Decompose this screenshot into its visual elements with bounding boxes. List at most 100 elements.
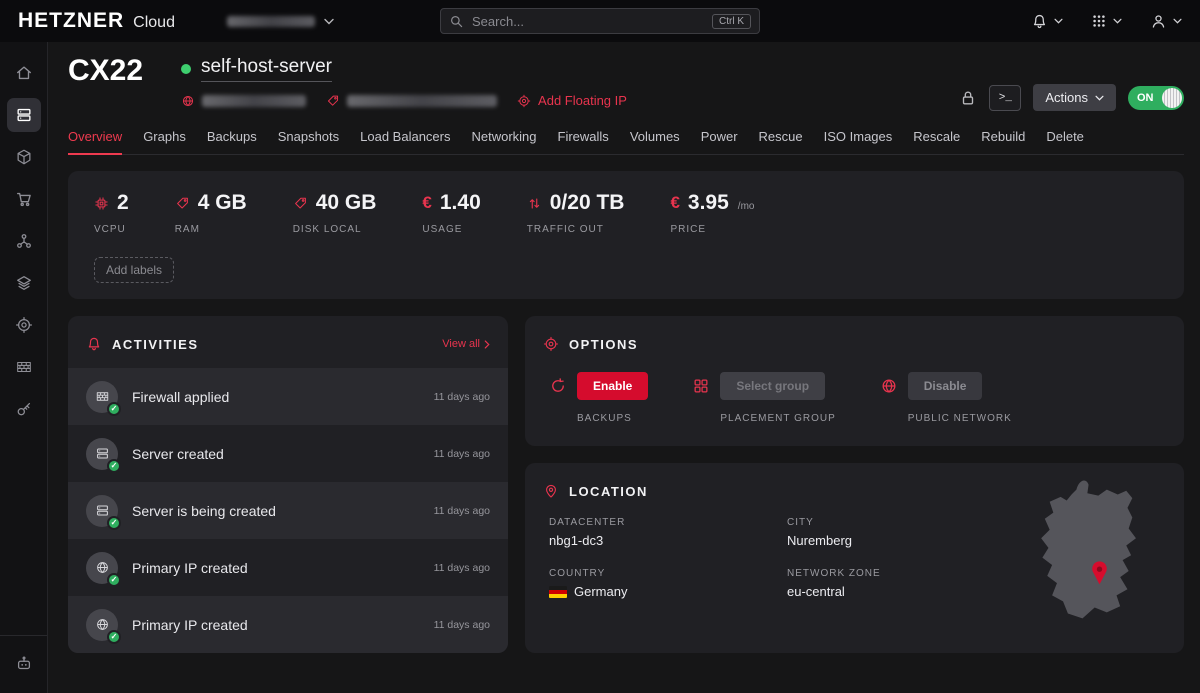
server-name-block: self-host-server Add Floating IP xyxy=(181,56,627,108)
power-toggle[interactable]: ON xyxy=(1128,86,1184,110)
tab-load-balancers[interactable]: Load Balancers xyxy=(360,129,450,144)
activity-time: 11 days ago xyxy=(434,562,490,574)
sidebar-item-volumes[interactable] xyxy=(7,140,41,174)
target-icon xyxy=(543,336,559,352)
actions-button[interactable]: Actions xyxy=(1033,84,1116,111)
option-label: PLACEMENT GROUP xyxy=(720,413,835,424)
success-check-icon: ✓ xyxy=(107,630,121,644)
sidebar-item-home[interactable] xyxy=(7,56,41,90)
view-all-link[interactable]: View all xyxy=(442,338,490,350)
sidebar-item-load-balancers[interactable] xyxy=(7,266,41,300)
option-label: BACKUPS xyxy=(577,413,648,424)
tab-networking[interactable]: Networking xyxy=(471,129,536,144)
tab-volumes[interactable]: Volumes xyxy=(630,129,680,144)
user-icon xyxy=(1150,13,1167,30)
activity-time: 11 days ago xyxy=(434,448,490,460)
target-icon xyxy=(517,94,531,108)
server-ip-row: Add Floating IP xyxy=(181,93,627,108)
sidebar-item-servers[interactable] xyxy=(7,98,41,132)
tag-icon xyxy=(326,94,340,108)
tab-power[interactable]: Power xyxy=(701,129,738,144)
cube-icon xyxy=(15,148,33,166)
sidebar-item-firewalls[interactable] xyxy=(7,350,41,384)
apps-menu[interactable] xyxy=(1091,13,1122,29)
add-floating-ip-link[interactable]: Add Floating IP xyxy=(517,93,627,108)
activity-avatar: ✓ xyxy=(86,552,118,584)
activity-row[interactable]: ✓ Firewall applied 11 days ago xyxy=(68,368,508,425)
sidebar-item-security[interactable] xyxy=(7,392,41,426)
tab-snapshots[interactable]: Snapshots xyxy=(278,129,339,144)
activity-row[interactable]: ✓ Server is being created 11 days ago xyxy=(68,482,508,539)
tab-backups[interactable]: Backups xyxy=(207,129,257,144)
tab-overview[interactable]: Overview xyxy=(68,129,122,144)
field-label: NETWORK ZONE xyxy=(787,568,1025,579)
field-value: eu-central xyxy=(787,584,1025,599)
activity-avatar: ✓ xyxy=(86,438,118,470)
network-nodes-icon xyxy=(15,232,33,250)
lock-icon xyxy=(959,89,977,107)
topbar-controls xyxy=(1031,13,1182,30)
tab-firewalls[interactable]: Firewalls xyxy=(558,129,609,144)
success-check-icon: ✓ xyxy=(107,516,121,530)
stat-value: 3.95 xyxy=(688,191,729,215)
country-name: Germany xyxy=(574,584,627,599)
activity-row[interactable]: ✓ Primary IP created 11 days ago xyxy=(68,539,508,596)
server-name[interactable]: self-host-server xyxy=(201,56,332,82)
options-card: OPTIONS Enable BACKUPS Select group xyxy=(525,316,1184,446)
activity-row[interactable]: ✓ Primary IP created 11 days ago xyxy=(68,596,508,653)
search-placeholder: Search... xyxy=(472,14,524,29)
user-menu[interactable] xyxy=(1150,13,1182,30)
tab-rescue[interactable]: Rescue xyxy=(759,129,803,144)
stat-label: PRICE xyxy=(670,224,754,235)
success-check-icon: ✓ xyxy=(107,402,121,416)
stat-label: USAGE xyxy=(422,224,480,235)
add-labels-button[interactable]: Add labels xyxy=(94,257,174,283)
tab-delete[interactable]: Delete xyxy=(1046,129,1084,144)
activity-time: 11 days ago xyxy=(434,619,490,631)
sidebar-item-marketplace[interactable] xyxy=(7,182,41,216)
enable-backups-button[interactable]: Enable xyxy=(577,372,648,400)
lock-button[interactable] xyxy=(959,89,977,107)
tab-iso-images[interactable]: ISO Images xyxy=(824,129,893,144)
field-value: Germany xyxy=(549,584,787,599)
sidebar-item-support[interactable] xyxy=(7,647,41,681)
field-value: nbg1-dc3 xyxy=(549,533,787,548)
activity-time: 11 days ago xyxy=(434,505,490,517)
console-button[interactable]: >_ xyxy=(989,85,1021,111)
search-input[interactable]: Search... Ctrl K xyxy=(440,8,760,34)
bell-icon xyxy=(1031,13,1048,30)
ipv6-address[interactable] xyxy=(326,94,497,108)
sidebar-item-networks[interactable] xyxy=(7,224,41,258)
tab-rebuild[interactable]: Rebuild xyxy=(981,129,1025,144)
project-name-redacted xyxy=(227,16,315,27)
field-label: DATACENTER xyxy=(549,517,787,528)
sidebar-item-floating-ips[interactable] xyxy=(7,308,41,342)
cart-icon xyxy=(15,190,33,208)
success-check-icon: ✓ xyxy=(107,573,121,587)
view-all-label: View all xyxy=(442,338,480,350)
select-placement-group-button[interactable]: Select group xyxy=(720,372,825,400)
option-public-network: Disable PUBLIC NETWORK xyxy=(880,372,1012,424)
location-card: LOCATION DATACENTER nbg1-dc3 CITY Nuremb… xyxy=(525,463,1184,653)
notifications-menu[interactable] xyxy=(1031,13,1063,30)
activity-row[interactable]: ✓ Server created 11 days ago xyxy=(68,425,508,482)
globe-icon xyxy=(880,377,898,395)
sidebar xyxy=(0,42,48,693)
stat-label: TRAFFIC OUT xyxy=(527,224,625,235)
placement-grid-icon xyxy=(692,377,710,395)
activities-title: ACTIVITIES xyxy=(112,337,199,352)
tab-rescale[interactable]: Rescale xyxy=(913,129,960,144)
ipv4-address[interactable] xyxy=(181,94,306,108)
server-type-block: CX22 xyxy=(68,56,143,96)
project-selector[interactable] xyxy=(227,16,334,27)
options-row: Enable BACKUPS Select group PLACEMENT GR… xyxy=(525,368,1184,424)
stat-disk: 40 GB DISK LOCAL xyxy=(293,191,377,235)
location-title: LOCATION xyxy=(569,484,648,499)
disable-public-network-button[interactable]: Disable xyxy=(908,372,983,400)
brand-logo[interactable]: HETZNER Cloud xyxy=(18,9,175,33)
stat-price: € 3.95 /mo PRICE xyxy=(670,191,754,235)
tab-graphs[interactable]: Graphs xyxy=(143,129,186,144)
status-dot xyxy=(181,64,191,74)
sidebar-bottom xyxy=(0,635,47,693)
field-datacenter: DATACENTER nbg1-dc3 xyxy=(549,517,787,548)
